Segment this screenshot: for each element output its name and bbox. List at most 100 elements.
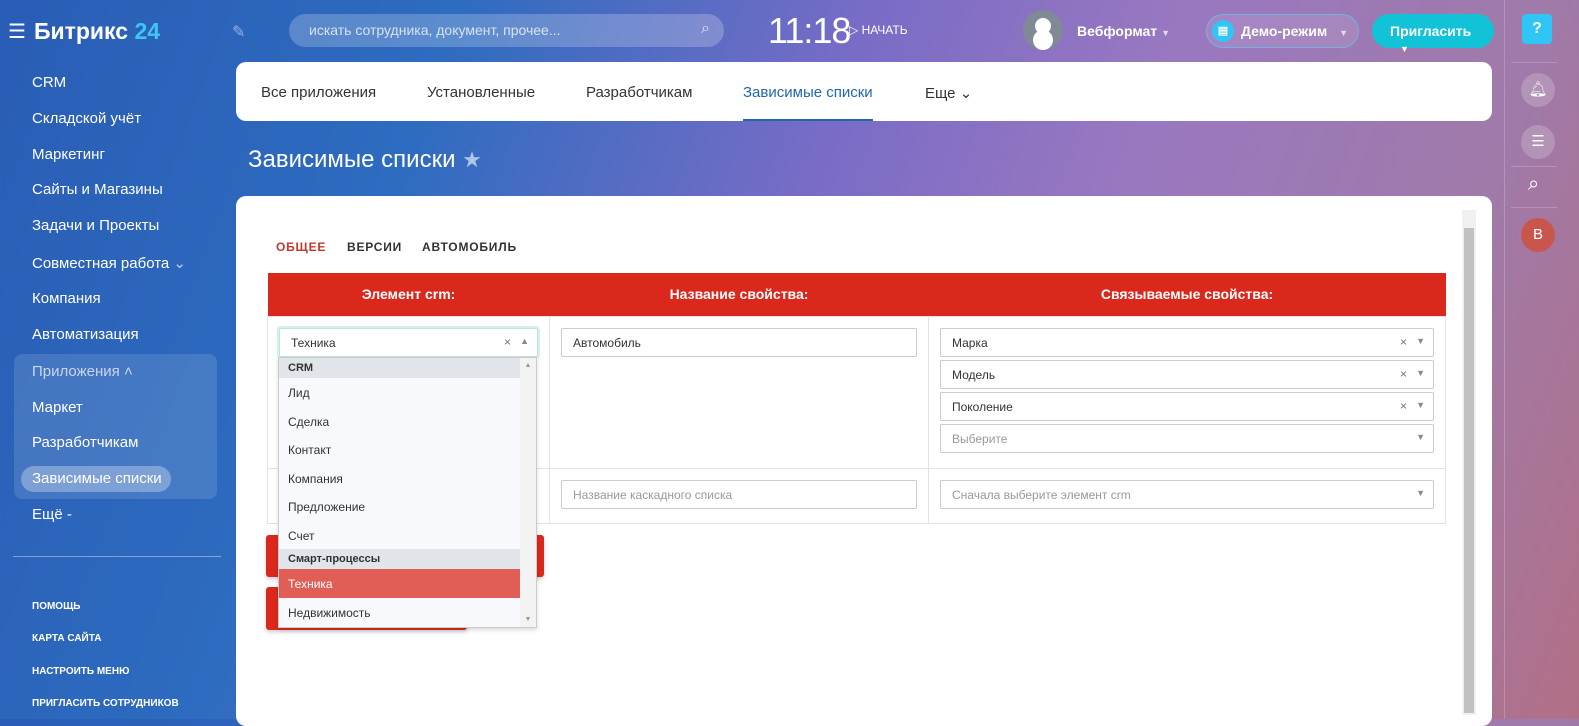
sidebar-item-market[interactable]: Маркет [32,399,83,416]
logo-number: 24 [134,18,161,44]
select-value: Модель [952,367,996,382]
select-placeholder: Сначала выберите элемент crm [952,487,1131,502]
tab-all-apps[interactable]: Все приложения [261,84,376,101]
linked-property-select[interactable]: Сначала выберите элемент crm ▼ [940,479,1434,509]
sidebar-item-label: Совместная работа [32,255,170,272]
dropdown-option[interactable]: Контакт [279,435,520,464]
invite-button[interactable]: Пригласить ▼ [1372,14,1494,54]
star-icon[interactable]: ★ [462,147,482,172]
divider [1511,62,1557,63]
chat-icon[interactable]: ☰ [1521,125,1555,159]
user-avatar[interactable] [1023,10,1063,50]
invite-label: Пригласить [1390,23,1472,39]
configure-menu-link[interactable]: НАСТРОИТЬ МЕНЮ [32,666,129,677]
sidebar-item-label: Ещё [32,506,63,523]
logo[interactable]: ☰ Битрикс 24 [8,18,160,45]
sidebar-item-crm[interactable]: CRM [32,74,66,91]
subtab-versions[interactable]: ВЕРСИИ [347,240,402,254]
caret-down-icon: ▼ [1416,431,1425,442]
dropdown-option[interactable]: Компания [279,464,520,493]
select-value: Техника [291,335,336,350]
crm-element-dropdown: CRM Лид Сделка Контакт Компания Предложе… [278,357,537,628]
caret-down-icon: ▼ [1161,28,1170,38]
sidebar-item-tasks[interactable]: Задачи и Проекты [32,217,159,234]
sidebar-item-collab[interactable]: Совместная работа ⌄ [32,254,186,272]
caret-down-icon: ▼ [1416,335,1425,346]
sidebar-item-automation[interactable]: Автоматизация [32,326,139,343]
user-name: Вебформат [1077,23,1158,39]
clear-icon[interactable]: × [1400,367,1407,381]
avatar[interactable]: В [1521,218,1555,252]
help-button[interactable]: ? [1522,14,1552,44]
dropdown-option[interactable]: Счет [279,521,520,550]
linked-property-select[interactable]: Марка × ▼ [940,327,1434,357]
divider [1511,207,1557,208]
app-tabs: Все приложения Установленные Разработчик… [236,62,1492,121]
edit-icon[interactable]: ✎ [232,22,245,42]
caret-down-icon: ▼ [1416,367,1425,378]
chevron-down-icon: ⌄ [959,85,973,102]
option-group-label: Смарт-процессы [279,549,520,569]
dropdown-option[interactable]: Сделка [279,407,520,436]
page-title: Зависимые списки ★ [248,146,482,174]
logo-text: Битрикс [33,18,129,44]
dropdown-option-selected[interactable]: Техника [279,569,520,598]
select-value: Поколение [952,399,1013,414]
sidebar-item-dependent-lists[interactable]: Зависимые списки [32,470,162,487]
sidebar-item-apps[interactable]: Приложения ˄ [32,363,133,380]
dropdown-option[interactable]: Предложение [279,492,520,521]
caret-down-icon: ▼ [1339,28,1348,38]
tab-developers[interactable]: Разработчикам [586,84,692,101]
column-header: Связываемые свойства: [928,273,1446,316]
property-name-input[interactable]: Автомобиль [561,327,917,357]
search-input[interactable]: искать сотрудника, документ, прочее... ⌕ [289,14,724,47]
dropdown-option[interactable]: Лид [279,378,520,407]
sidebar-item-company[interactable]: Компания [32,290,101,307]
tab-installed[interactable]: Установленные [427,84,535,101]
clear-icon[interactable]: × [1400,399,1407,413]
property-name-input[interactable]: Название каскадного списка [561,479,917,509]
sidebar-item-label: Приложения [32,363,120,380]
tab-label: Еще [925,85,956,102]
linked-property-select[interactable]: Поколение × ▼ [940,391,1434,421]
menu-icon[interactable]: ☰ [8,19,26,44]
dropdown-option[interactable]: Недвижимость [279,598,520,627]
start-label: НАЧАТЬ [861,23,908,37]
invite-employees-link[interactable]: ПРИГЛАСИТЬ СОТРУДНИКОВ [32,698,179,709]
divider [1511,166,1557,167]
help-link[interactable]: ПОМОЩЬ [32,601,80,612]
select-placeholder: Выберите [952,431,1008,446]
subtab-car[interactable]: АВТОМОБИЛЬ [422,240,517,254]
start-button[interactable]: ▷ НАЧАТЬ [849,23,908,37]
linked-property-select[interactable]: Модель × ▼ [940,359,1434,389]
bell-icon[interactable]: 🔔︎ [1521,73,1555,107]
page-title-text: Зависимые списки [248,146,456,173]
linked-property-select[interactable]: Выберите ▼ [940,423,1434,453]
scrollbar[interactable] [1462,210,1476,715]
crm-element-select[interactable]: Техника × ▲ [279,327,538,357]
sidebar-item-sites[interactable]: Сайты и Магазины [32,181,163,198]
sidebar-item-marketing[interactable]: Маркетинг [32,146,105,163]
subtab-general[interactable]: ОБЩЕЕ [276,240,326,254]
caret-down-icon: ▼ [1400,44,1409,54]
clear-icon[interactable]: × [504,335,511,349]
search-icon[interactable]: ⌕ [701,20,710,38]
caret-down-icon: ▼ [1416,487,1425,498]
divider [13,556,221,557]
sidebar-item-inventory[interactable]: Складской учёт [32,110,141,127]
chevron-up-icon: ˄ [123,363,133,380]
tab-dependent-lists[interactable]: Зависимые списки [743,84,873,121]
dropdown-scrollbar[interactable]: ▲ ▼ [520,358,536,627]
clear-icon[interactable]: × [1400,335,1407,349]
sidebar-item-more[interactable]: Ещё - [32,506,72,523]
scrollbar-thumb[interactable] [1464,228,1474,713]
search-icon[interactable]: ⌕ [1528,173,1539,196]
select-value: Марка [952,335,988,350]
demo-label: Демо-режим [1241,23,1328,39]
tab-more[interactable]: Еще ⌄ [925,84,972,102]
sidebar-item-developers[interactable]: Разработчикам [32,434,138,451]
user-menu[interactable]: Вебформат ▼ [1077,23,1170,39]
demo-mode-button[interactable]: ▤ Демо-режим ▼ [1206,14,1359,48]
sitemap-link[interactable]: КАРТА САЙТА [32,633,101,644]
caret-down-icon: ▼ [1416,399,1425,410]
